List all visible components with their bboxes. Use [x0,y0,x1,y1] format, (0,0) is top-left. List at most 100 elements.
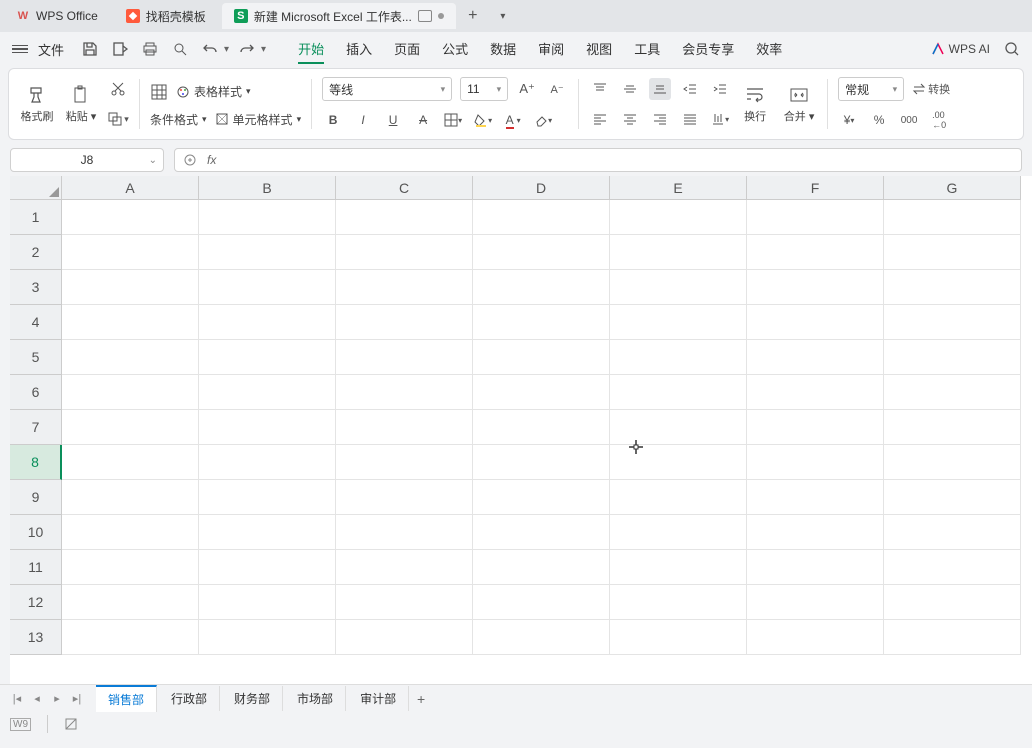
row-header[interactable]: 8 [10,445,62,480]
cell[interactable] [336,410,473,445]
cell[interactable] [473,340,610,375]
col-header[interactable]: E [610,176,747,200]
align-left-button[interactable] [589,108,611,130]
cell[interactable] [199,375,336,410]
cell[interactable] [336,445,473,480]
border-button[interactable]: ▾ [442,109,464,131]
cell[interactable] [747,515,884,550]
row-header[interactable]: 2 [10,235,62,270]
cell[interactable] [336,375,473,410]
print-preview-button[interactable] [168,37,192,61]
new-tab-dropdown[interactable]: ▾ [490,3,516,29]
cell[interactable] [884,550,1021,585]
redo-dropdown[interactable]: ▾ [261,44,266,55]
cell[interactable] [336,270,473,305]
sheet-tab[interactable]: 审计部 [348,686,409,711]
cell[interactable] [62,480,199,515]
cell[interactable] [610,375,747,410]
cell[interactable] [199,270,336,305]
cell[interactable] [473,375,610,410]
decrease-font-button[interactable]: A⁻ [546,78,568,100]
cell[interactable] [884,305,1021,340]
redo-button[interactable] [235,37,259,61]
cell[interactable] [473,620,610,655]
sheet-nav-last[interactable]: ▸| [68,690,86,708]
cell[interactable] [473,480,610,515]
export-button[interactable] [108,37,132,61]
cell[interactable] [199,620,336,655]
justify-button[interactable] [679,108,701,130]
col-header[interactable]: D [473,176,610,200]
sheet-nav-first[interactable]: |◂ [8,690,26,708]
cell[interactable] [884,270,1021,305]
cell[interactable] [62,445,199,480]
menu-button[interactable] [8,37,32,61]
cell[interactable] [336,235,473,270]
undo-dropdown[interactable]: ▾ [224,44,229,55]
cell[interactable] [336,550,473,585]
format-painter-button[interactable]: 格式刷 [19,69,55,139]
cell[interactable] [747,620,884,655]
sheet-tab[interactable]: 市场部 [285,686,346,711]
chevron-down-icon[interactable]: ⌄ [149,155,157,166]
cell[interactable] [473,585,610,620]
cell[interactable] [884,410,1021,445]
cell[interactable] [336,480,473,515]
fx-icon[interactable]: fx [207,153,216,167]
increase-font-button[interactable]: A⁺ [516,78,538,100]
global-search-button[interactable] [1000,37,1024,61]
row-header[interactable]: 7 [10,410,62,445]
cell[interactable] [610,515,747,550]
cell-style-button[interactable]: 单元格样式 ▾ [215,111,302,128]
merge-button[interactable]: 合并 ▾ [781,69,817,139]
wrap-text-button[interactable]: 换行 [737,69,773,139]
conditional-format-button[interactable]: 条件格式 ▾ [150,111,207,128]
cell[interactable] [884,620,1021,655]
increase-decimal-button[interactable]: .00←0 [928,109,950,131]
cell[interactable] [747,305,884,340]
cell[interactable] [884,340,1021,375]
cell[interactable] [473,550,610,585]
cell[interactable] [610,305,747,340]
row-header[interactable]: 12 [10,585,62,620]
cell[interactable] [336,200,473,235]
add-sheet-button[interactable]: + [411,689,431,709]
cell[interactable] [473,410,610,445]
paste-button[interactable]: 粘贴 ▾ [63,69,99,139]
col-header[interactable]: A [62,176,199,200]
spreadsheet-grid[interactable]: A B C D E F G 12345678910111213 [10,176,1032,684]
cell[interactable] [473,200,610,235]
cell[interactable] [199,585,336,620]
cell[interactable] [884,445,1021,480]
cell[interactable] [884,375,1021,410]
italic-button[interactable]: I [352,109,374,131]
file-menu[interactable]: 文件 [38,40,64,59]
tab-formula[interactable]: 公式 [442,35,468,64]
col-header[interactable]: C [336,176,473,200]
tab-docer-templates[interactable]: 找稻壳模板 [114,3,218,29]
cell[interactable] [199,515,336,550]
expand-formula-icon[interactable] [183,153,197,167]
row-header[interactable]: 1 [10,200,62,235]
row-header[interactable]: 3 [10,270,62,305]
cell[interactable] [473,235,610,270]
decrease-indent-button[interactable] [679,78,701,100]
clear-format-button[interactable]: ▾ [532,109,554,131]
cell[interactable] [336,515,473,550]
sheet-nav-prev[interactable]: ◂ [28,690,46,708]
cell[interactable] [336,585,473,620]
table-style-button[interactable]: 表格样式 ▾ [176,83,251,100]
cell[interactable] [747,445,884,480]
cell[interactable] [473,305,610,340]
convert-button[interactable]: 转换 [912,78,950,100]
cell[interactable] [336,305,473,340]
col-header[interactable]: F [747,176,884,200]
cell[interactable] [747,585,884,620]
cell[interactable] [610,340,747,375]
cell[interactable] [884,200,1021,235]
cell[interactable] [747,410,884,445]
strikethrough-button[interactable]: A [412,109,434,131]
align-middle-button[interactable] [619,78,641,100]
cell[interactable] [747,375,884,410]
cell[interactable] [199,410,336,445]
